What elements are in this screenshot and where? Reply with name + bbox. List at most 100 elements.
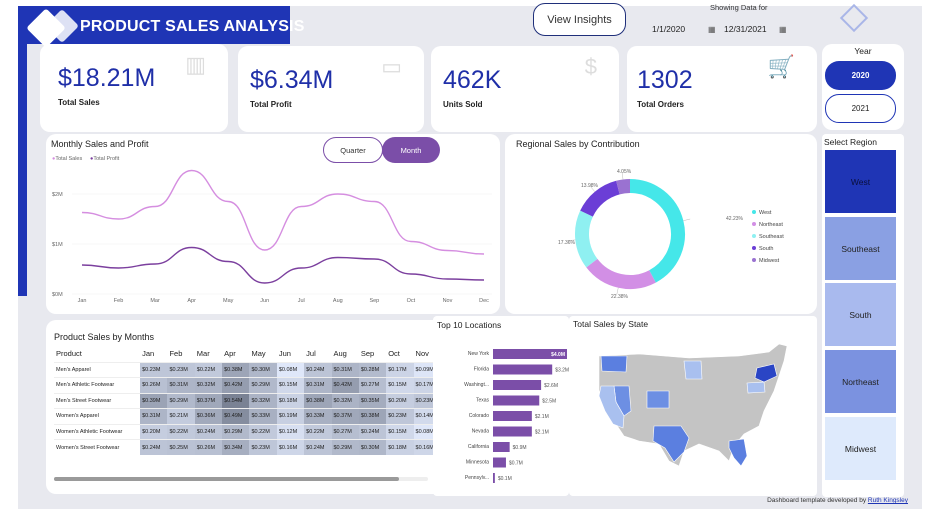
table-row[interactable]: Men's Athletic Footwear $0.26M $0.31M $0.32… <box>54 377 441 393</box>
table-cell: $0.36M <box>194 408 223 424</box>
x-tick-label: Oct <box>407 298 416 304</box>
state-minnesota <box>683 360 703 380</box>
column-header-month[interactable]: Feb <box>167 346 194 362</box>
bar[interactable] <box>493 380 542 390</box>
legend-label[interactable]: Midwest <box>759 258 780 264</box>
legend-label[interactable]: Northeast <box>759 222 783 228</box>
table-cell: $0.49M <box>222 408 250 424</box>
bar-value-label: $2.6M <box>544 383 558 389</box>
bar[interactable] <box>493 426 532 437</box>
kpi-label: Total Profit <box>250 100 292 109</box>
donut-slice-south[interactable] <box>580 180 621 217</box>
bar[interactable] <box>493 364 553 375</box>
table-cell: $0.29M <box>249 377 277 393</box>
table-cell: $0.16M <box>276 439 305 455</box>
state-florida <box>728 438 748 467</box>
kpi-value: 462K <box>443 66 502 94</box>
legend-label[interactable]: Southeast <box>759 234 784 240</box>
legend-label[interactable]: West <box>759 210 772 216</box>
view-insights-button[interactable]: View Insights <box>533 3 626 36</box>
total-profit-line[interactable] <box>81 246 485 284</box>
x-tick-label: Apr <box>187 298 196 304</box>
donut-slice-northeast[interactable] <box>586 258 656 289</box>
table-cell: $0.20M <box>386 393 414 409</box>
column-header-product[interactable]: Product <box>54 346 140 362</box>
bar-value-label: $3.2M <box>555 368 569 374</box>
bar-value-label: $2.5M <box>542 399 556 405</box>
bar-category-label: Pennsylv... <box>465 475 489 481</box>
region-filter: Select Region West Southeast South North… <box>822 134 904 497</box>
kpi-card-total-profit: ▭ $6.34M Total Profit <box>238 46 424 132</box>
us-states-map[interactable] <box>569 316 817 496</box>
state-pennsylvania <box>746 381 766 394</box>
bar-category-label: Minnesota <box>466 460 489 466</box>
table-cell: $0.12M <box>276 424 305 440</box>
legend-label[interactable]: South <box>759 246 773 252</box>
table-cell: $0.28M <box>358 362 387 378</box>
page-title: PRODUCT SALES ANALYSIS <box>80 18 305 35</box>
table-row[interactable]: Women's Street Footwear $0.24M $0.25M $0.26… <box>54 439 441 455</box>
date-from[interactable]: 1/1/2020 <box>652 24 685 34</box>
row-product-name: Men's Athletic Footwear <box>56 382 115 389</box>
table-row[interactable]: Women's Apparel $0.31M $0.21M $0.36M $0.49M $… <box>54 408 441 424</box>
year-option-2021[interactable]: 2021 <box>825 94 896 123</box>
bar-value-label: $2.1M <box>535 430 549 436</box>
scrollbar-thumb[interactable] <box>54 477 399 481</box>
table-cell: $0.42M <box>222 377 250 393</box>
total-sales-line[interactable] <box>81 169 485 255</box>
bar-category-label: Colorado <box>469 413 490 419</box>
bar[interactable] <box>493 395 540 406</box>
table-cell: $0.32M <box>331 393 359 409</box>
calendar-icon[interactable]: ▦ <box>779 25 787 34</box>
bar[interactable] <box>493 411 532 421</box>
column-header-month[interactable]: Jun <box>277 346 304 362</box>
dashboard-canvas: PRODUCT SALES ANALYSIS View Insights Sho… <box>18 3 922 509</box>
column-header-month[interactable]: Oct <box>386 346 413 362</box>
table-row[interactable]: Men's Street Footwear $0.39M $0.29M $0.37M $… <box>54 393 441 409</box>
table-cell: $0.35M <box>358 393 387 409</box>
bar-category-label: Nevada <box>472 429 489 435</box>
x-tick-label: Nov <box>443 298 453 304</box>
kpi-value: $6.34M <box>250 66 334 94</box>
year-option-2020[interactable]: 2020 <box>825 61 896 90</box>
column-header-month[interactable]: Jan <box>140 346 167 362</box>
calendar-icon[interactable]: ▦ <box>708 25 716 34</box>
region-option-northeast[interactable]: Northeast <box>825 350 896 413</box>
column-header-month[interactable]: Mar <box>195 346 222 362</box>
legend-marker <box>752 222 756 226</box>
table-cell: $0.29M <box>167 393 195 409</box>
region-option-southeast[interactable]: Southeast <box>825 217 896 280</box>
bar[interactable] <box>493 442 510 452</box>
table-cell: $0.15M <box>386 377 414 393</box>
table-cell: $0.38M <box>222 362 250 378</box>
bar[interactable] <box>493 457 506 468</box>
table-row[interactable]: Women's Athletic Footwear $0.20M $0.22M $0.… <box>54 424 441 440</box>
region-option-south[interactable]: South <box>825 283 896 346</box>
bar[interactable] <box>493 473 495 483</box>
table-cell: $0.27M <box>331 424 359 440</box>
column-header-month[interactable]: Jul <box>304 346 331 362</box>
region-option-midwest[interactable]: Midwest <box>825 417 896 480</box>
author-link[interactable]: Ruth Kingsley <box>868 497 908 504</box>
region-option-west[interactable]: West <box>825 150 896 213</box>
date-to[interactable]: 12/31/2021 <box>724 24 767 34</box>
bar-chart-icon: ▥ <box>185 52 206 77</box>
donut-slice-midwest[interactable] <box>616 179 631 195</box>
bar-category-label: Texas <box>476 398 490 404</box>
column-header-month[interactable]: Aug <box>332 346 359 362</box>
table-cell: $0.33M <box>304 408 332 424</box>
table-cell: $0.18M <box>386 439 414 455</box>
table-title: Product Sales by Months <box>54 332 155 342</box>
table-cell: $0.23M <box>249 439 277 455</box>
product-sales-table: Product Jan Feb Mar Apr May Jun Jul Aug Sep Oct Nov… <box>54 346 441 455</box>
column-header-month[interactable]: Apr <box>222 346 249 362</box>
donut-slice-west[interactable] <box>629 179 685 283</box>
table-cell: $0.22M <box>249 424 277 440</box>
kpi-value: 1302 <box>637 66 693 94</box>
donut-slice-southeast[interactable] <box>575 210 598 268</box>
table-row[interactable]: Men's Apparel $0.23M $0.23M $0.22M $0.38M $0.… <box>54 362 441 378</box>
column-header-month[interactable]: May <box>249 346 276 362</box>
column-header-month[interactable]: Sep <box>359 346 386 362</box>
horizontal-scrollbar[interactable] <box>54 477 428 481</box>
table-cell: $0.38M <box>304 393 332 409</box>
